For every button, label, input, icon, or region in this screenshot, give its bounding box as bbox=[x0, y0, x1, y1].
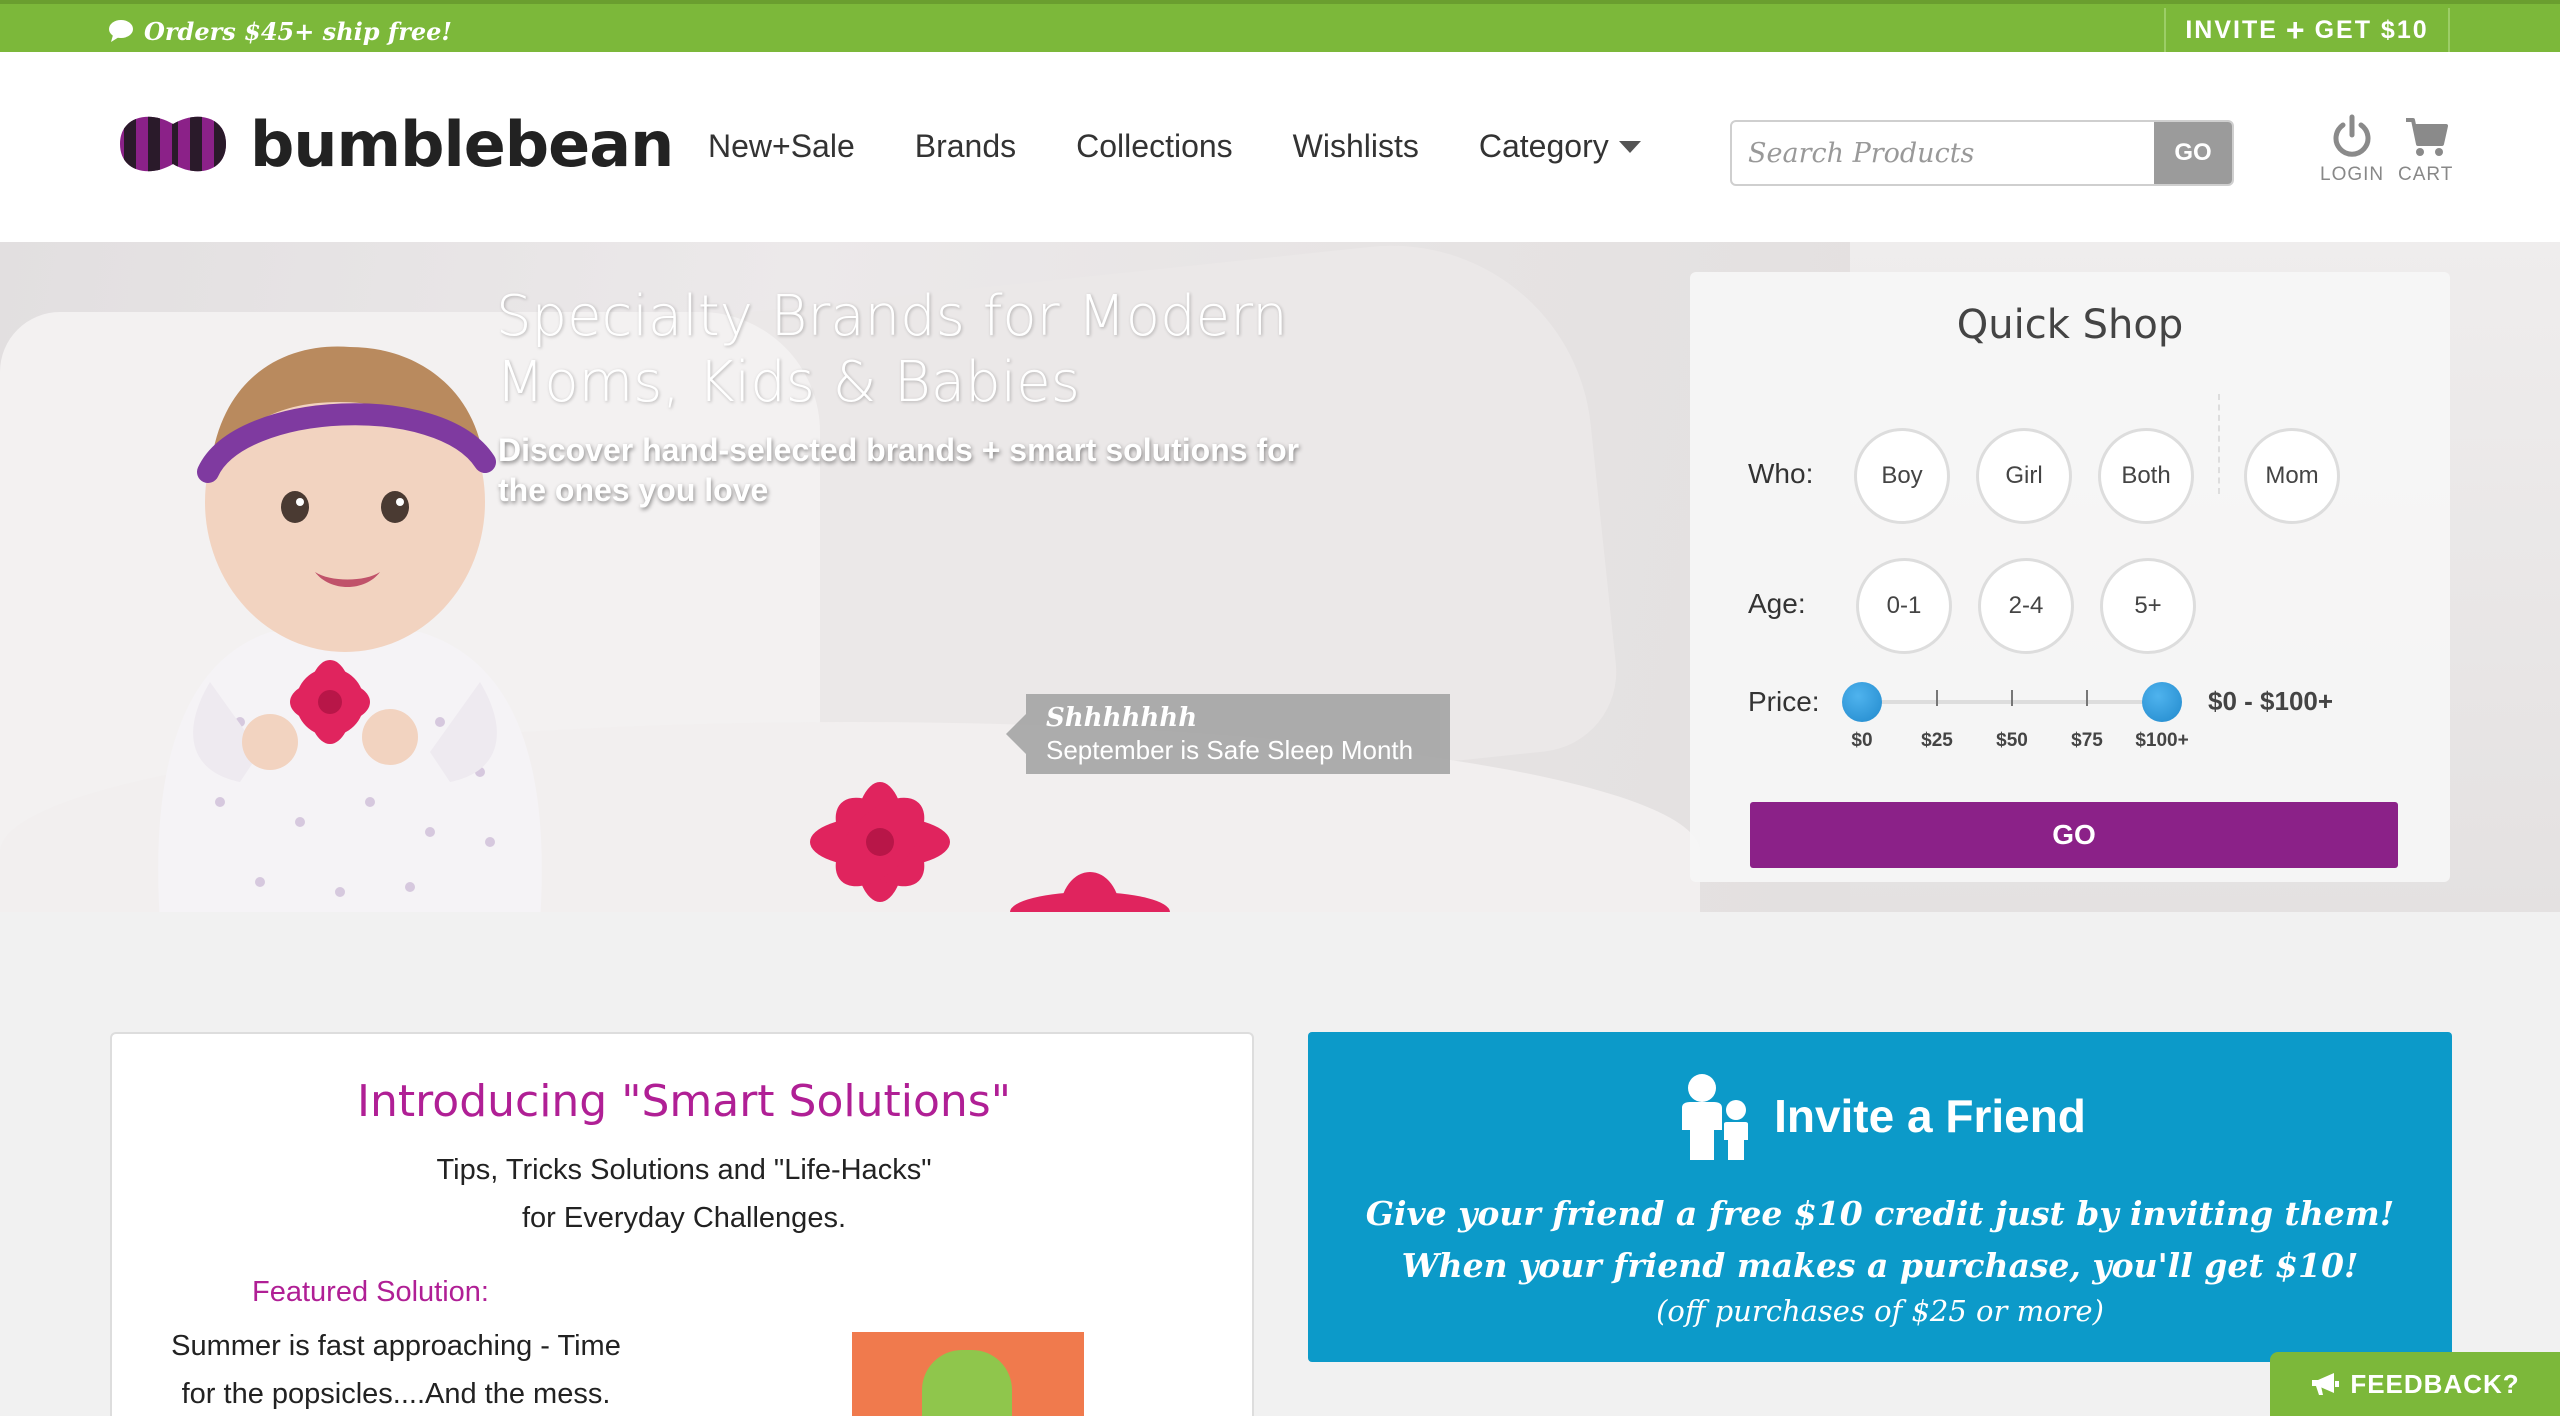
popsicle-shape bbox=[922, 1350, 1012, 1416]
site-logo[interactable]: bumblebean bbox=[110, 104, 674, 184]
cart-icon bbox=[2405, 118, 2448, 156]
caption-text: September is Safe Sleep Month bbox=[1046, 735, 1414, 765]
who-mom-option[interactable]: Mom bbox=[2244, 428, 2340, 524]
price-min-handle[interactable] bbox=[1842, 682, 1882, 722]
search-go-button[interactable]: GO bbox=[2154, 122, 2232, 184]
invite-link-right: GET $10 bbox=[2314, 15, 2429, 44]
quick-shop-title: Quick Shop bbox=[1956, 302, 2184, 348]
feedback-label: FEEDBACK? bbox=[2350, 1368, 2520, 1399]
people-icon bbox=[1682, 1074, 1749, 1160]
main-nav: New+Sale Brands Collections Wishlists Ca… bbox=[708, 128, 1641, 165]
hero-subtitle: Discover hand-selected brands + smart so… bbox=[498, 432, 1300, 508]
price-tick-label: $75 bbox=[2071, 730, 2103, 751]
hero-title: Specialty Brands for Modern Moms, Kids &… bbox=[496, 284, 1288, 415]
invite-friend-title: Invite a Friend bbox=[1774, 1090, 2086, 1142]
invite-link-left: INVITE bbox=[2185, 15, 2278, 44]
megaphone-icon bbox=[2312, 1373, 2340, 1395]
price-tick-label: $50 bbox=[1996, 730, 2028, 751]
login-label: LOGIN bbox=[2320, 164, 2385, 185]
who-both-option[interactable]: Both bbox=[2098, 428, 2194, 524]
featured-solution-line: for the popsicles....And the mess. bbox=[181, 1378, 611, 1410]
quick-shop-panel: Quick Shop Who: Boy Girl Both Mom Age: 0… bbox=[1690, 272, 2450, 882]
age-5-plus-option[interactable]: 5+ bbox=[2100, 558, 2196, 654]
chat-bubble-icon bbox=[109, 20, 133, 42]
invite-friend-line: When your friend makes a purchase, you'l… bbox=[1401, 1246, 2359, 1285]
invite-friend-card[interactable]: Invite a Friend Give your friend a free … bbox=[1308, 1032, 2452, 1362]
cart-button[interactable]: CART bbox=[2398, 114, 2453, 186]
promo-text: Orders $45+ ship free! bbox=[144, 16, 452, 46]
smart-solutions-subtitle-line: for Everyday Challenges. bbox=[522, 1202, 846, 1234]
smart-solutions-title[interactable]: Introducing "Smart Solutions" bbox=[112, 1076, 1256, 1127]
flower-decoration bbox=[810, 782, 950, 902]
smart-solutions-subtitle: Tips, Tricks Solutions and "Life-Hacks" … bbox=[112, 1146, 1256, 1242]
nav-category-dropdown[interactable]: Category bbox=[1479, 128, 1641, 165]
price-range-value: $0 - $100+ bbox=[2208, 686, 2334, 716]
bean-logo-icon bbox=[120, 116, 226, 172]
flower-decoration bbox=[1010, 872, 1170, 912]
invite-get-10-link[interactable]: INVITE + GET $10 bbox=[2164, 8, 2450, 52]
invite-friend-body: Give your friend a free $10 credit just … bbox=[1308, 1188, 2452, 1292]
nav-brands[interactable]: Brands bbox=[915, 128, 1016, 165]
price-tick-label: $0 bbox=[1851, 730, 1873, 751]
who-girl-option[interactable]: Girl bbox=[1976, 428, 2072, 524]
smart-solutions-subtitle-line: Tips, Tricks Solutions and "Life-Hacks" bbox=[436, 1154, 932, 1186]
safe-sleep-caption[interactable]: Shhhhhhh September is Safe Sleep Month bbox=[1006, 694, 1450, 774]
hero-banner: Specialty Brands for Modern Moms, Kids &… bbox=[0, 242, 2560, 912]
price-tick-mark bbox=[2011, 690, 2013, 706]
site-header: bumblebean New+Sale Brands Collections W… bbox=[0, 52, 2560, 242]
power-icon bbox=[2333, 114, 2371, 157]
featured-solution-label: Featured Solution: bbox=[252, 1276, 489, 1308]
search-input[interactable] bbox=[1732, 122, 2154, 184]
price-max-handle[interactable] bbox=[2142, 682, 2182, 722]
quick-shop-go-button[interactable]: GO bbox=[1750, 802, 2398, 868]
price-label: Price: bbox=[1748, 686, 1820, 717]
search-form: GO bbox=[1730, 120, 2234, 186]
age-2-4-option[interactable]: 2-4 bbox=[1978, 558, 2074, 654]
price-tick-mark bbox=[1936, 690, 1938, 706]
price-tick-mark bbox=[2086, 690, 2088, 706]
promo-bar: Orders $45+ ship free! INVITE + GET $10 bbox=[0, 0, 2560, 52]
age-0-1-option[interactable]: 0-1 bbox=[1856, 558, 1952, 654]
smart-solutions-card: Introducing "Smart Solutions" Tips, Tric… bbox=[110, 1032, 1254, 1416]
free-shipping-promo: Orders $45+ ship free! bbox=[108, 14, 452, 48]
cart-label: CART bbox=[2398, 164, 2454, 185]
nav-wishlists[interactable]: Wishlists bbox=[1293, 128, 1419, 165]
popsicle-image[interactable] bbox=[852, 1332, 1084, 1416]
who-boy-option[interactable]: Boy bbox=[1854, 428, 1950, 524]
caption-title: Shhhhhhh bbox=[1046, 703, 1198, 733]
price-tick-label: $100+ bbox=[2135, 730, 2189, 751]
invite-friend-line: Give your friend a free $10 credit just … bbox=[1365, 1194, 2395, 1233]
plus-icon: + bbox=[2285, 12, 2307, 48]
featured-solution-text: Summer is fast approaching - Time for th… bbox=[136, 1322, 656, 1416]
caret-down-icon bbox=[1618, 140, 1641, 153]
invite-friend-note: (off purchases of $25 or more) bbox=[1656, 1294, 2104, 1328]
login-button[interactable]: LOGIN bbox=[2320, 114, 2384, 186]
age-label: Age: bbox=[1748, 588, 1806, 619]
invite-friend-header: Invite a Friend bbox=[1308, 1072, 2452, 1160]
featured-solution-line: Summer is fast approaching - Time bbox=[171, 1330, 621, 1362]
price-tick-label: $25 bbox=[1921, 730, 1953, 751]
nav-category-label: Category bbox=[1478, 128, 1609, 164]
nav-new-sale[interactable]: New+Sale bbox=[708, 128, 855, 165]
logo-wordmark: bumblebean bbox=[250, 107, 674, 181]
nav-collections[interactable]: Collections bbox=[1076, 128, 1233, 165]
feedback-button[interactable]: FEEDBACK? bbox=[2270, 1352, 2560, 1416]
who-divider bbox=[2218, 394, 2220, 494]
who-label: Who: bbox=[1748, 458, 1814, 489]
